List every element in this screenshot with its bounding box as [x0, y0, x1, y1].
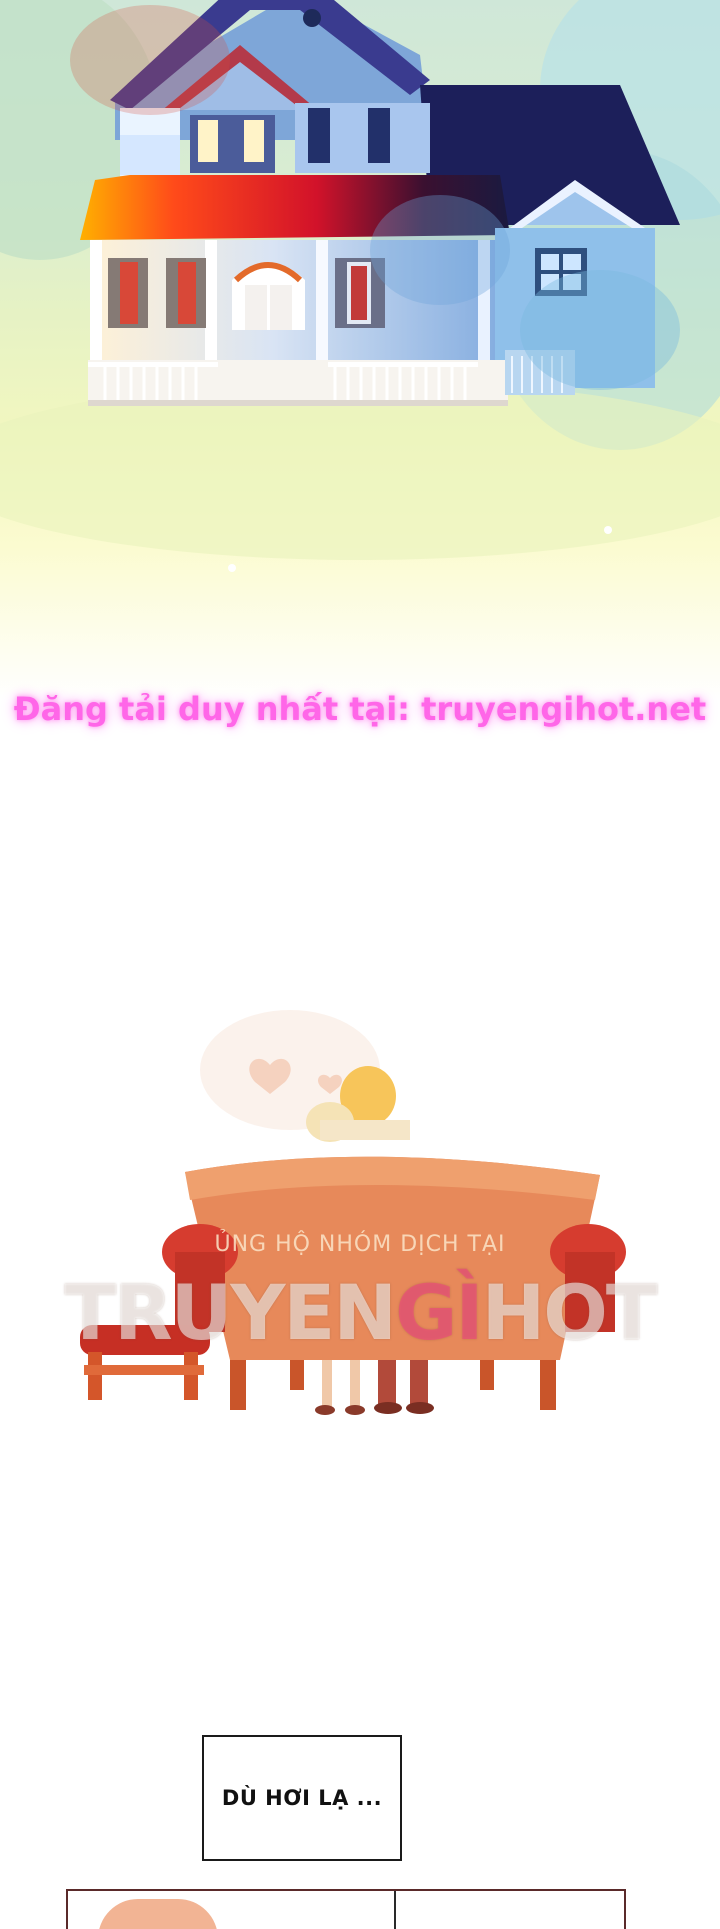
- narration-text: DÙ HƠI LẠ ...: [221, 1786, 383, 1810]
- watermark-logo-prefix: TRUYEN: [64, 1268, 397, 1357]
- house-illustration: [0, 0, 720, 572]
- next-panel-partial: [66, 1889, 626, 1929]
- panel-divider: [394, 1891, 396, 1929]
- watermark-support-text: ỦNG HỘ NHÓM DỊCH TẠI: [214, 1232, 506, 1257]
- watermark-logo-text: TRUYENGÌHOT: [60, 1268, 660, 1357]
- sofa-scene-panel: [60, 990, 660, 1430]
- house-scene-panel: [0, 0, 720, 700]
- site-banner-text: Đăng tải duy nhất tại: truyengihot.net: [13, 690, 707, 728]
- watermark-logo-suffix: HOT: [481, 1268, 658, 1357]
- character-hair-partial: [98, 1899, 218, 1929]
- couple-on-sofa-illustration: [80, 1010, 626, 1415]
- narration-box: DÙ HƠI LẠ ...: [202, 1735, 402, 1861]
- watermark-logo-accent: GÌ: [394, 1268, 484, 1357]
